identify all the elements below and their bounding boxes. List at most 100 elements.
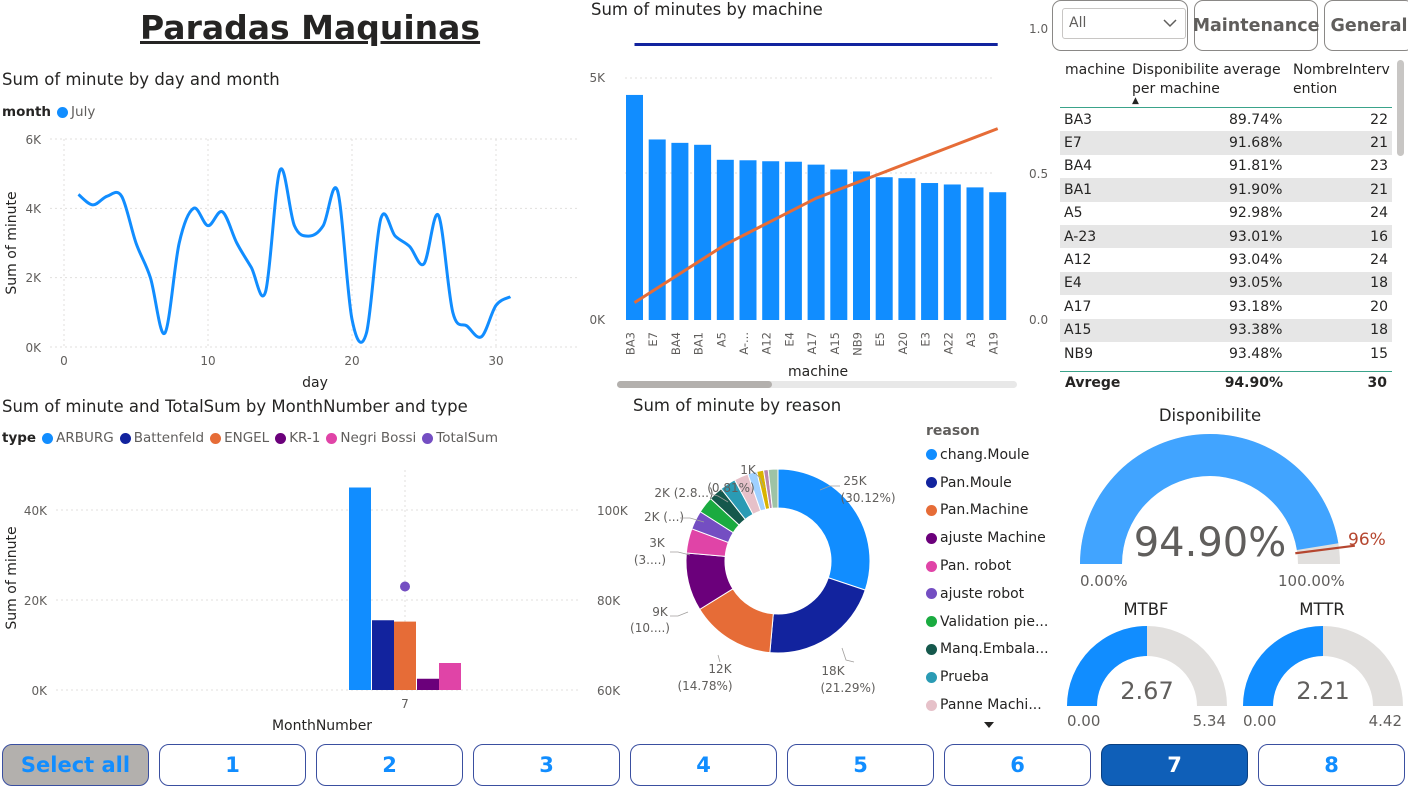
table-row[interactable]: NB9 93.48% 15 xyxy=(1060,342,1392,365)
donut-legend-item[interactable]: ajuste Machine xyxy=(926,524,1049,552)
machine-xtick: E4 xyxy=(782,332,796,347)
machine-bar[interactable] xyxy=(739,160,757,320)
donut-slice[interactable] xyxy=(769,577,866,654)
combo-ytick-left: 40K xyxy=(24,504,48,518)
table-row[interactable]: BA1 91.90% 21 xyxy=(1060,178,1392,202)
donut-legend-item[interactable]: Pan.Machine xyxy=(926,497,1049,525)
combo-legend-text: ARBURG xyxy=(56,430,114,446)
donut-legend-item[interactable]: Prueba xyxy=(926,663,1049,691)
bar-chart-scrollbar-thumb[interactable] xyxy=(617,381,772,388)
combo-bar[interactable] xyxy=(349,487,371,691)
total-dispo: 94.90% xyxy=(1224,374,1283,391)
line-legend-item[interactable]: July xyxy=(57,104,95,120)
combo-legend-text: Negri Bossi xyxy=(340,430,417,446)
table-row[interactable]: E4 93.05% 18 xyxy=(1060,271,1392,296)
combo-legend-item[interactable]: TotalSum xyxy=(422,430,498,446)
table-row[interactable]: E7 91.68% 21 xyxy=(1060,131,1392,155)
select-all-button[interactable]: Select all xyxy=(2,744,149,786)
donut-legend-item[interactable]: Manq.Embala... xyxy=(926,636,1049,664)
machine-xtick: A-... xyxy=(737,332,751,355)
table-row[interactable]: A12 93.04% 24 xyxy=(1060,248,1392,271)
col-header-interventions[interactable]: NombreInterv xyxy=(1293,62,1390,78)
totalsum-point[interactable] xyxy=(400,581,410,592)
table-cell-machine: A5 xyxy=(1064,205,1083,222)
combo-legend-item[interactable]: ENGEL xyxy=(210,430,269,446)
donut-label: 1K xyxy=(740,463,757,477)
combo-chart: 40K 20K 0K 100K 80K 60K 7 MonthNumber Su… xyxy=(4,470,629,734)
line-series-july[interactable] xyxy=(77,167,512,344)
month-button-3[interactable]: 3 xyxy=(473,744,620,786)
table-cell-dispo: 93.38% xyxy=(1151,318,1287,342)
sort-ascending-icon: ▲ xyxy=(1132,96,1139,106)
table-row[interactable]: A15 93.38% 18 xyxy=(1060,318,1392,342)
donut-legend-text: ajuste robot xyxy=(940,585,1025,602)
total-label: Avrege xyxy=(1065,374,1121,391)
table-cell-nb: 16 xyxy=(1286,224,1392,249)
table-row[interactable]: A-23 93.01% 16 xyxy=(1060,224,1392,249)
month-button-8[interactable]: 8 xyxy=(1258,744,1405,786)
month-button-2[interactable]: 2 xyxy=(316,744,463,786)
month-button-5[interactable]: 5 xyxy=(787,744,934,786)
table-cell-dispo: 93.01% xyxy=(1151,224,1287,249)
table-row[interactable]: BA3 89.74% 22 xyxy=(1060,108,1392,131)
machine-slicer-dropdown[interactable]: All xyxy=(1062,8,1186,39)
general-button[interactable]: General xyxy=(1324,0,1408,51)
donut-legend-text: ajuste Machine xyxy=(940,530,1046,547)
combo-legend-item[interactable]: ARBURG xyxy=(42,430,114,446)
bar-ytick-right: 0.0 xyxy=(1029,313,1048,327)
legend-scroll-down-icon[interactable] xyxy=(984,722,994,728)
table-scrollbar[interactable] xyxy=(1397,60,1404,156)
line-chart-title: Sum of minute by day and month xyxy=(2,70,280,89)
line-xtick: 10 xyxy=(200,354,215,368)
month-button-7[interactable]: 7 xyxy=(1101,744,1248,786)
machine-table: machine Disponibilite average per machin… xyxy=(1060,60,1392,393)
machine-bar[interactable] xyxy=(784,161,802,320)
table-cell-machine: BA3 xyxy=(1064,111,1093,128)
table-cell-nb: 24 xyxy=(1370,205,1388,222)
machine-bar[interactable] xyxy=(966,187,984,320)
month-button-1[interactable]: 1 xyxy=(159,744,306,786)
maintenance-button[interactable]: Maintenance xyxy=(1193,0,1319,51)
machine-bar[interactable] xyxy=(921,183,939,320)
machine-bar[interactable] xyxy=(943,184,961,320)
machine-bar[interactable] xyxy=(875,177,893,320)
combo-ytick-left: 20K xyxy=(24,594,48,608)
col-header-dispo[interactable]: Disponibilite average xyxy=(1132,62,1281,78)
table-row[interactable]: BA4 91.81% 23 xyxy=(1060,155,1392,178)
table-row[interactable]: A5 92.98% 24 xyxy=(1060,202,1392,225)
machine-bar[interactable] xyxy=(853,171,870,320)
machine-bar[interactable] xyxy=(671,142,689,320)
combo-bar[interactable] xyxy=(372,620,394,690)
donut-legend-item[interactable]: Validation pie... xyxy=(926,608,1049,636)
table-row[interactable]: A17 93.18% 20 xyxy=(1060,295,1392,318)
combo-legend-item[interactable]: Battenfeld xyxy=(119,430,204,446)
combo-bar[interactable] xyxy=(417,678,439,690)
table-cell-dispo: 93.18% xyxy=(1229,298,1283,315)
machine-bar[interactable] xyxy=(626,94,643,320)
combo-bar[interactable] xyxy=(394,621,416,690)
month-button-4[interactable]: 4 xyxy=(630,744,777,786)
combo-legend-item[interactable]: Negri Bossi xyxy=(326,430,416,446)
machine-bar[interactable] xyxy=(762,161,780,320)
machine-bar[interactable] xyxy=(989,192,1007,320)
combo-legend-item[interactable]: KR-1 xyxy=(275,430,320,446)
gauge-dispo-max: 100.00% xyxy=(1278,572,1345,590)
table-cell-nb: 18 xyxy=(1286,271,1392,296)
table-body: BA3 89.74% 22 E7 91.68% 21 BA4 91.81% 23 BA1 91.90… xyxy=(1060,108,1392,365)
gauge-dispo-value: 94.90% xyxy=(1134,520,1287,566)
combo-bar[interactable] xyxy=(439,663,461,690)
donut-legend-item[interactable]: Pan. robot xyxy=(926,552,1049,580)
donut-legend-item[interactable]: chang.Moule xyxy=(926,441,1049,469)
machine-bar[interactable] xyxy=(807,164,825,320)
donut-legend-item[interactable]: ajuste robot xyxy=(926,580,1049,608)
machine-xtick: A17 xyxy=(805,332,819,355)
col-header-machine[interactable]: machine xyxy=(1065,62,1125,78)
month-button-6[interactable]: 6 xyxy=(944,744,1091,786)
machine-bar[interactable] xyxy=(694,144,712,320)
line-ytick: 0K xyxy=(25,341,42,355)
table-cell-nb: 23 xyxy=(1370,158,1388,175)
donut-legend-item[interactable]: Panne Machi... xyxy=(926,691,1049,719)
donut-legend-text: Pan.Moule xyxy=(940,474,1012,491)
donut-legend-item[interactable]: Pan.Moule xyxy=(926,469,1049,497)
machine-bar[interactable] xyxy=(898,178,916,320)
